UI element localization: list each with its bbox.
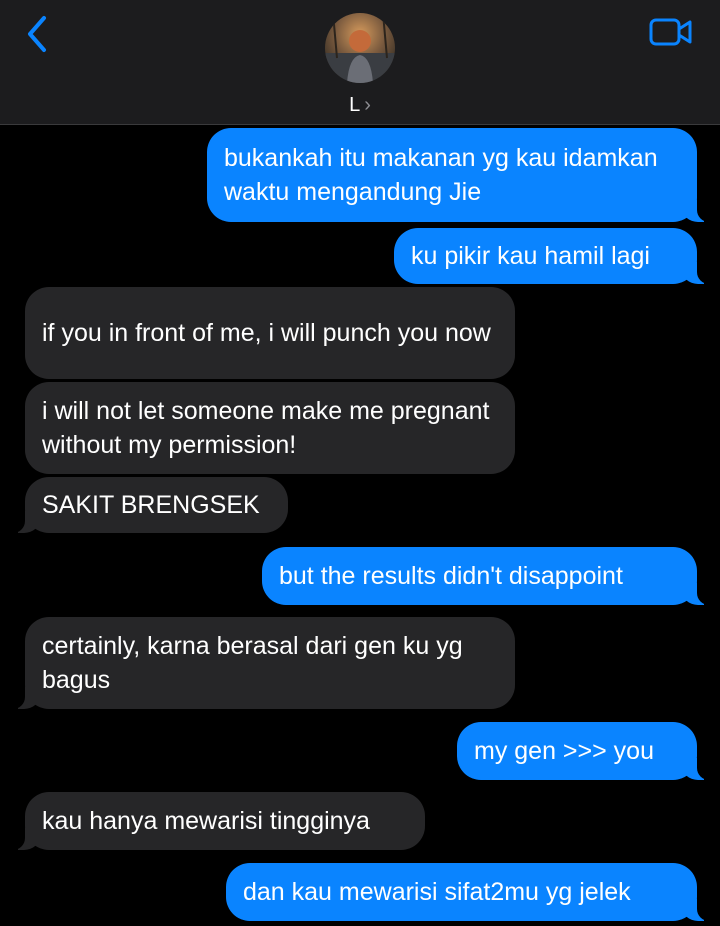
message-text: ku pikir kau hamil lagi bbox=[411, 242, 650, 270]
message-bubble-received[interactable]: if you in front of me, i will punch you … bbox=[25, 287, 515, 379]
contact-name[interactable]: L › bbox=[0, 94, 720, 117]
message-thread: bukankah itu makanan yg kau idamkan wakt… bbox=[0, 124, 720, 926]
message-text: bukankah itu makanan yg kau idamkan wakt… bbox=[224, 144, 658, 206]
conversation-header: L › bbox=[0, 0, 720, 125]
message-bubble-sent[interactable]: dan kau mewarisi sifat2mu yg jelek bbox=[226, 863, 711, 921]
message-bubble-received[interactable]: SAKIT BRENGSEK bbox=[11, 477, 288, 533]
message-bubble-received[interactable]: i will not let someone make me pregnant … bbox=[25, 382, 515, 474]
chevron-right-icon: › bbox=[364, 94, 371, 116]
message-bubble-sent[interactable]: my gen >>> you bbox=[457, 722, 711, 780]
message-bubble-received[interactable]: certainly, karna berasal dari gen ku yg … bbox=[11, 617, 515, 709]
message-bubble-received[interactable]: kau hanya mewarisi tingginya bbox=[11, 792, 425, 850]
video-camera-icon[interactable] bbox=[648, 16, 694, 48]
message-bubble-sent[interactable]: ku pikir kau hamil lagi bbox=[394, 228, 711, 284]
message-text: if you in front of me, i will punch you … bbox=[42, 319, 491, 347]
message-text: dan kau mewarisi sifat2mu yg jelek bbox=[243, 878, 631, 906]
avatar[interactable] bbox=[325, 13, 395, 83]
message-text: but the results didn't disappoint bbox=[279, 562, 623, 590]
message-text: kau hanya mewarisi tingginya bbox=[42, 807, 370, 835]
message-text: certainly, karna berasal dari gen ku yg … bbox=[42, 632, 463, 694]
message-bubble-sent[interactable]: but the results didn't disappoint bbox=[262, 547, 711, 605]
message-text: i will not let someone make me pregnant … bbox=[42, 397, 490, 459]
chevron-left-icon[interactable] bbox=[22, 14, 56, 54]
message-text: my gen >>> you bbox=[474, 737, 654, 765]
message-bubble-sent[interactable]: bukankah itu makanan yg kau idamkan wakt… bbox=[207, 128, 711, 222]
message-text: SAKIT BRENGSEK bbox=[42, 491, 260, 519]
